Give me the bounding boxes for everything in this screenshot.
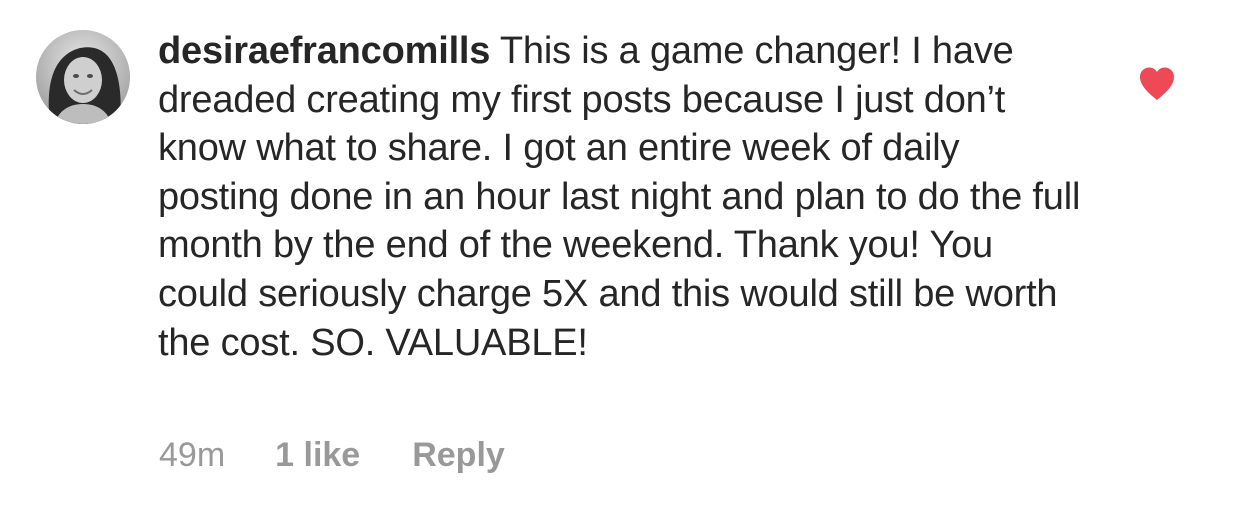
comment-body: This is a game changer! I have dreaded c… bbox=[158, 30, 1081, 364]
avatar[interactable] bbox=[36, 30, 130, 124]
comment-time: 49m bbox=[159, 436, 226, 474]
likes-count[interactable]: 1 like bbox=[275, 436, 360, 475]
comment: desiraefrancomills This is a game change… bbox=[0, 0, 1241, 505]
comment-meta: 49m 1 like Reply bbox=[159, 436, 505, 475]
profile-photo-image bbox=[36, 30, 130, 124]
like-button[interactable] bbox=[1138, 66, 1176, 102]
heart-icon bbox=[1140, 67, 1174, 100]
comment-text: desiraefrancomills This is a game change… bbox=[158, 27, 1088, 367]
username-link[interactable]: desiraefrancomills bbox=[158, 30, 490, 72]
reply-button[interactable]: Reply bbox=[412, 436, 505, 475]
